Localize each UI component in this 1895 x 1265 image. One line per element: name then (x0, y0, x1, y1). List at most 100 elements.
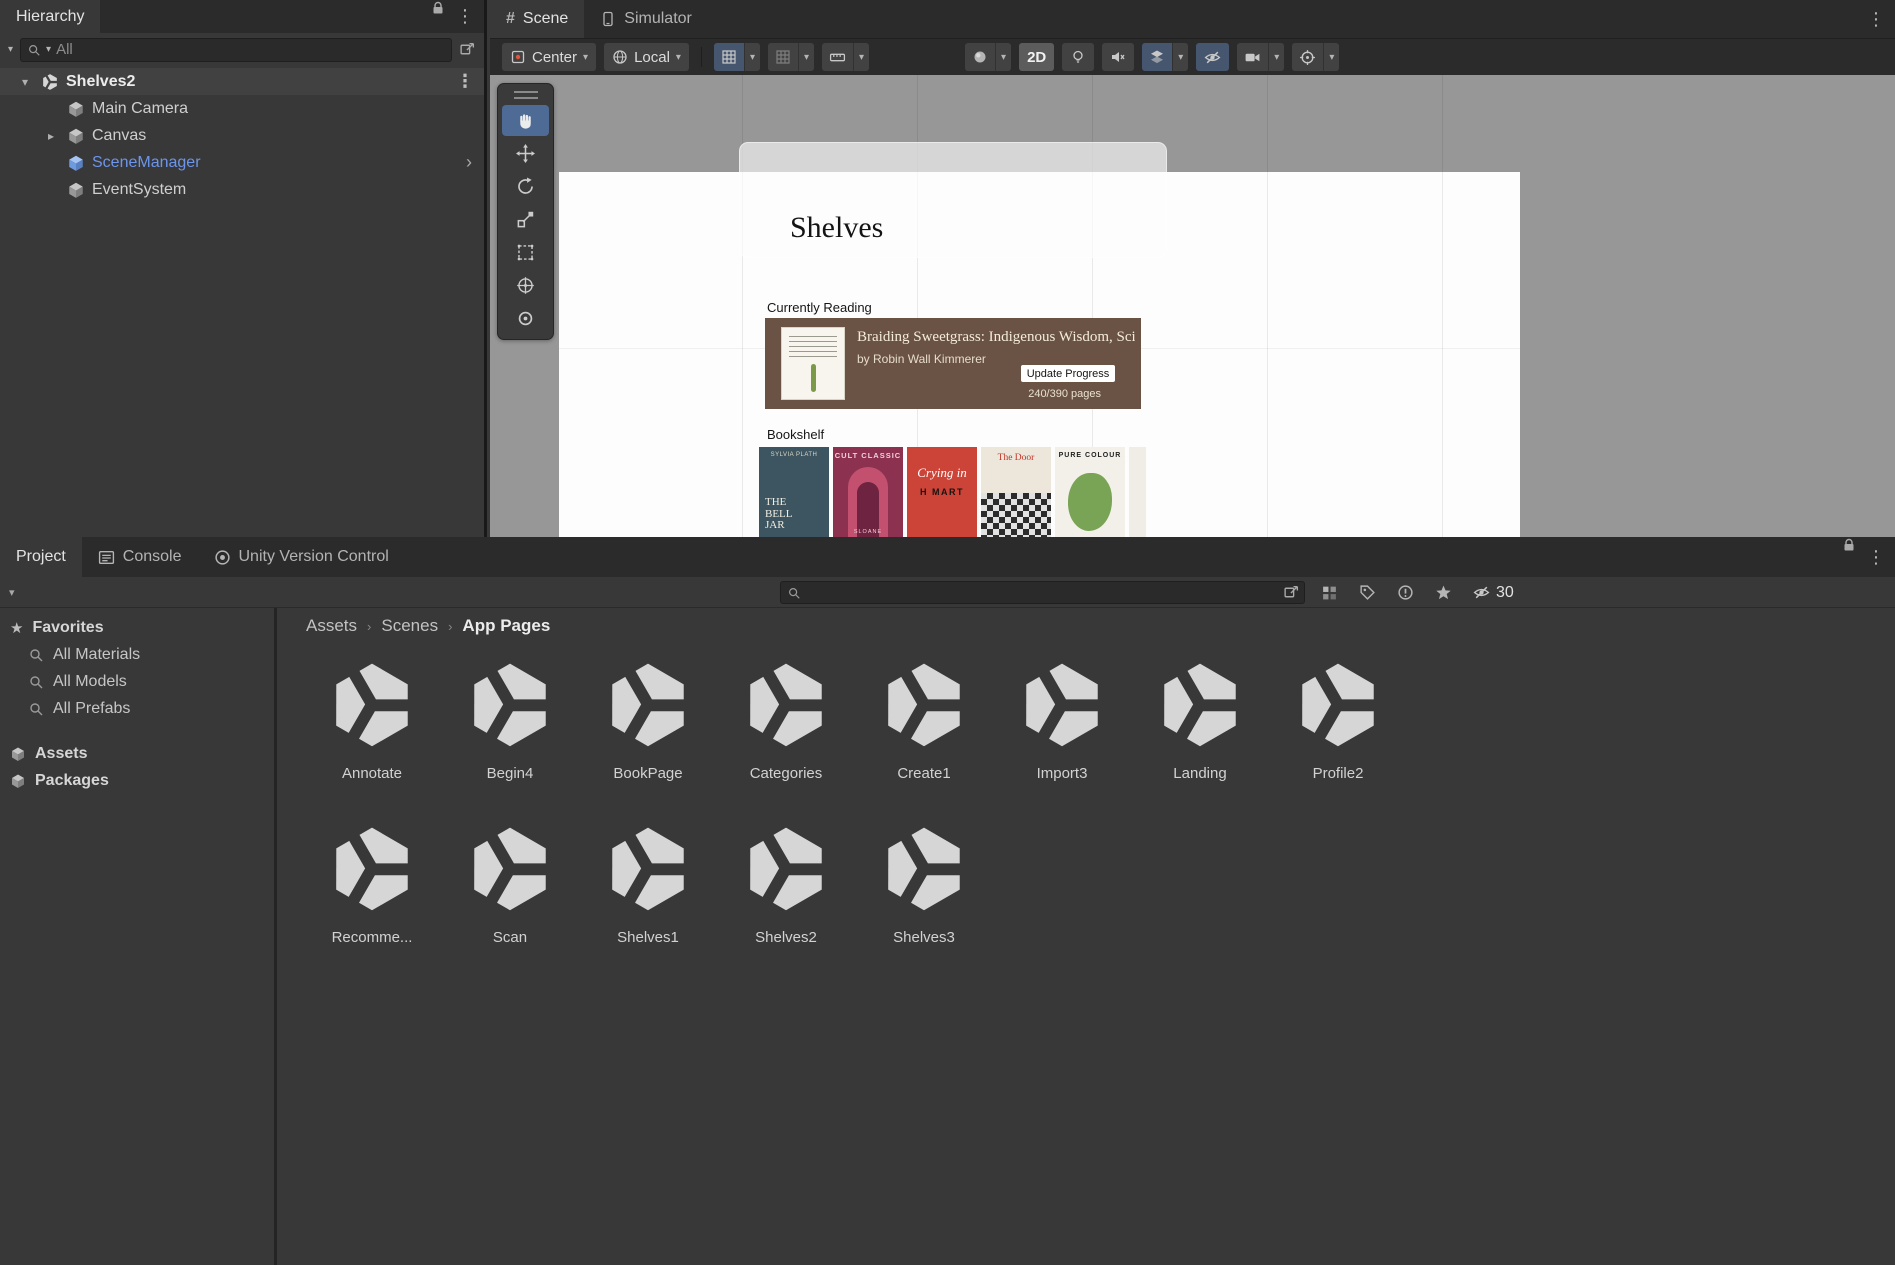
tab-console[interactable]: Console (82, 537, 198, 577)
hierarchy-item-canvas[interactable]: ▸ Canvas (0, 122, 484, 149)
transform-tool-button[interactable] (502, 270, 549, 301)
prefab-open-arrow-icon[interactable]: › (466, 152, 472, 173)
kebab-menu-icon[interactable]: ⋮ (1857, 0, 1895, 38)
breadcrumb-assets[interactable]: Assets (306, 616, 357, 636)
book-cover: PURE COLOUR (1055, 447, 1125, 537)
scene-grid-icon: # (506, 10, 515, 28)
camera-settings-button[interactable]: ▾ (1237, 43, 1284, 71)
unity-scene-icon (463, 658, 557, 752)
search-by-label-icon[interactable] (1359, 584, 1376, 601)
grid-snapping-button[interactable]: ▾ (714, 43, 760, 71)
audio-toggle[interactable] (1102, 43, 1134, 71)
tab-project[interactable]: Project (0, 537, 82, 577)
rect-tool-button[interactable] (502, 237, 549, 268)
shaded-sphere-icon (972, 49, 988, 65)
asset-name: Shelves2 (755, 929, 817, 946)
scene-visibility-toggle[interactable] (1196, 43, 1229, 71)
asset-item-create1[interactable]: Create1 (855, 650, 993, 808)
asset-item-annotate[interactable]: Annotate (303, 650, 441, 808)
unity-scene-icon (739, 822, 833, 916)
project-sidebar: ★ Favorites All Materials All Models All… (0, 608, 277, 1265)
project-search-input[interactable] (806, 584, 1298, 601)
sidebar-item-all-materials[interactable]: All Materials (0, 641, 274, 668)
asset-item-scan[interactable]: Scan (441, 814, 579, 972)
move-tool-button[interactable] (502, 138, 549, 169)
project-searchbox[interactable] (780, 581, 1305, 604)
camera-icon (1244, 49, 1261, 66)
saved-search-star-icon[interactable] (1435, 584, 1452, 601)
overlay-drag-handle[interactable] (514, 91, 538, 99)
tab-simulator-label: Simulator (624, 10, 692, 28)
scene-lighting-toggle[interactable] (1062, 43, 1094, 71)
gizmos-button[interactable]: ▾ (1292, 43, 1339, 71)
tool-handle-position-button[interactable]: Center ▾ (502, 43, 596, 71)
pick-window-icon[interactable] (459, 41, 476, 58)
asset-name: Import3 (1037, 765, 1088, 782)
rect-tool-icon (516, 243, 535, 262)
hierarchy-item-eventsystem[interactable]: EventSystem (0, 176, 484, 203)
lock-icon[interactable] (1841, 537, 1857, 553)
asset-name: Shelves1 (617, 929, 679, 946)
sidebar-item-all-models[interactable]: All Models (0, 668, 274, 695)
asset-name: Shelves3 (893, 929, 955, 946)
shading-mode-button[interactable]: ▾ (965, 43, 1011, 71)
custom-tool-button[interactable] (502, 303, 549, 334)
asset-name: BookPage (613, 765, 682, 782)
panel-menu-caret-icon[interactable]: ▾ (0, 586, 15, 599)
search-scope-caret-icon[interactable]: ▾ (46, 44, 51, 55)
grid-line (1442, 75, 1443, 537)
scale-tool-button[interactable] (502, 204, 549, 235)
view-hand-tool-button[interactable] (502, 105, 549, 136)
filter-dropdown-icon[interactable]: ▾ (8, 44, 13, 55)
hierarchy-item-scenemanager[interactable]: SceneManager › (0, 149, 484, 176)
sidebar-item-all-prefabs[interactable]: All Prefabs (0, 695, 274, 722)
asset-item-shelves2[interactable]: Shelves2 (717, 814, 855, 972)
hierarchy-item-main-camera[interactable]: Main Camera (0, 95, 484, 122)
tab-simulator[interactable]: Simulator (584, 0, 708, 38)
asset-item-recommend[interactable]: Recomme... (303, 814, 441, 972)
grid-visibility-button[interactable]: ▾ (768, 43, 814, 71)
expand-arrow-icon[interactable]: ▸ (42, 129, 60, 143)
search-by-type-icon[interactable] (1321, 584, 1338, 601)
sidebar-item-assets[interactable]: Assets (0, 740, 274, 767)
asset-item-begin4[interactable]: Begin4 (441, 650, 579, 808)
hidden-count[interactable]: 30 (1473, 584, 1514, 602)
hierarchy-search-input[interactable] (56, 41, 445, 58)
rotate-tool-button[interactable] (502, 171, 549, 202)
lightbulb-icon (1070, 49, 1086, 65)
scene-tools-overlay (497, 83, 554, 340)
breadcrumb-scenes[interactable]: Scenes (381, 616, 438, 636)
unity-scene-icon (463, 822, 557, 916)
sidebar-item-packages[interactable]: Packages (0, 767, 274, 794)
breadcrumb-current[interactable]: App Pages (462, 616, 550, 636)
asset-item-shelves3[interactable]: Shelves3 (855, 814, 993, 972)
sidebar-item-favorites[interactable]: ★ Favorites (0, 614, 274, 641)
asset-item-profile2[interactable]: Profile2 (1269, 650, 1407, 808)
open-new-window-icon[interactable] (1283, 584, 1300, 601)
hierarchy-scene-row[interactable]: ▾ Shelves2 ⋮ (0, 68, 484, 95)
asset-item-landing[interactable]: Landing (1131, 650, 1269, 808)
asset-item-categories[interactable]: Categories (717, 650, 855, 808)
tool-handle-rotation-button[interactable]: Local ▾ (604, 43, 689, 71)
asset-item-shelves1[interactable]: Shelves1 (579, 814, 717, 972)
tab-scene[interactable]: # Scene (490, 0, 584, 38)
kebab-menu-icon[interactable]: ⋮ (446, 0, 484, 33)
book-cover: CULT CLASSIC SLOANE (833, 447, 903, 537)
alert-icon[interactable] (1397, 584, 1414, 601)
asset-item-bookpage[interactable]: BookPage (579, 650, 717, 808)
lock-icon[interactable] (430, 0, 446, 16)
hierarchy-searchbox[interactable]: ▾ (20, 38, 452, 62)
asset-item-import3[interactable]: Import3 (993, 650, 1131, 808)
snap-increment-button[interactable]: ▾ (822, 43, 869, 71)
collapse-arrow-icon[interactable]: ▾ (16, 75, 34, 89)
tab-hierarchy[interactable]: Hierarchy (0, 0, 100, 33)
version-control-icon (214, 549, 231, 566)
kebab-menu-icon[interactable]: ⋮ (1857, 537, 1895, 577)
kebab-menu-icon[interactable]: ⋮ (446, 71, 484, 92)
grid-icon (775, 49, 791, 65)
effects-button[interactable]: ▾ (1142, 43, 1188, 71)
2d-toggle-button[interactable]: 2D (1019, 43, 1054, 71)
scene-viewport[interactable]: Shelves Currently Reading Braiding Sweet… (490, 75, 1895, 537)
unity-scene-icon (41, 73, 59, 91)
tab-unity-version-control[interactable]: Unity Version Control (198, 537, 405, 577)
